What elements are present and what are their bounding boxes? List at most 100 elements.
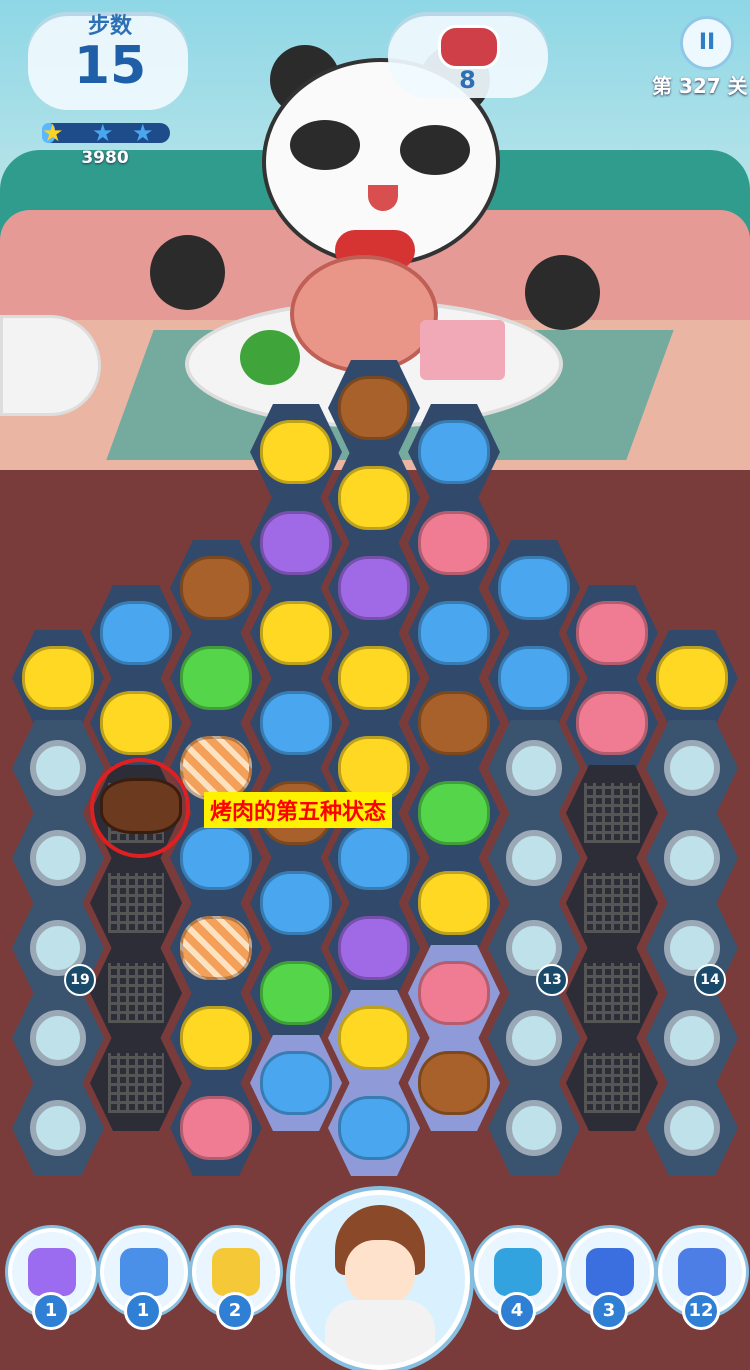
cat-tile[interactable] [328,540,420,636]
grill-tile[interactable] [566,945,658,1041]
blue-tile[interactable] [408,404,500,500]
frog-piece-icon [180,646,252,710]
balloon-icon [212,1248,260,1296]
blue-piece-icon [418,601,490,665]
fan-icon [506,1010,562,1066]
grill-mesh [584,783,640,843]
chick-tile[interactable] [170,990,262,1086]
grill-mesh [108,1053,164,1113]
bear-tile[interactable] [408,675,500,771]
panda-eye-right [400,125,470,175]
blue-tile[interactable] [488,540,580,636]
chick-tile[interactable] [328,990,420,1086]
bear-tile[interactable] [328,360,420,456]
deer-tile[interactable] [408,495,500,591]
blue-tile[interactable] [408,585,500,681]
roast-meat-icon [100,778,182,834]
chick-tile[interactable] [646,630,738,726]
deer-tile[interactable] [170,1080,262,1176]
grill-mesh [584,873,640,933]
panda-eye-left [290,120,360,170]
chick-tile[interactable] [90,675,182,771]
chick-piece-icon [260,420,332,484]
panda-paw-left [150,235,225,310]
blue-tile[interactable] [250,675,342,771]
vent-tile[interactable] [646,720,738,816]
striped-piece-icon [180,736,252,800]
chick-tile[interactable] [12,630,104,726]
fan-icon [506,830,562,886]
deer-piece-icon [576,601,648,665]
blue-tile[interactable] [90,585,182,681]
vent-tile[interactable] [646,1080,738,1176]
fan-icon [30,830,86,886]
hero-body [325,1300,435,1365]
blue-piece-icon [498,556,570,620]
grill-tile[interactable] [90,945,182,1041]
vent-tile[interactable] [12,1080,104,1176]
chick-tile[interactable] [250,404,342,500]
frog-tile[interactable] [408,765,500,861]
grill-tile[interactable] [90,855,182,951]
striped-tile[interactable] [170,900,262,996]
vent-tile[interactable] [12,810,104,906]
star-icon: ★ [92,119,114,147]
blue-tile[interactable] [250,855,342,951]
blue-tile[interactable] [250,1035,342,1131]
grill-tile[interactable] [566,855,658,951]
deer-tile[interactable] [566,585,658,681]
chick-piece-icon [338,1006,410,1070]
hero-avatar[interactable] [290,1190,470,1370]
chick-piece-icon [418,871,490,935]
cat-tile[interactable] [250,495,342,591]
chick-piece-icon [180,1006,252,1070]
blue-piece-icon [260,871,332,935]
chick-tile[interactable] [408,855,500,951]
grill-tile[interactable] [566,765,658,861]
booster-count-badge: 1 [32,1292,70,1330]
panda-paw-right [525,255,600,330]
vent-tile[interactable] [646,810,738,906]
grill-mesh [584,963,640,1023]
fan-icon [30,1100,86,1156]
deer-piece-icon [418,511,490,575]
annotation-label: 烤肉的第五种状态 [204,792,393,828]
chick-piece-icon [656,646,728,710]
chick-tile[interactable] [328,450,420,546]
swap-icon [494,1248,542,1296]
vent-tile[interactable] [488,990,580,1086]
fan-icon [664,740,720,796]
steps-value: 15 [73,36,147,96]
grill-mesh [108,963,164,1023]
bear-tile[interactable] [408,1035,500,1131]
vent-tile[interactable] [488,720,580,816]
grill-tile[interactable] [90,1035,182,1131]
vent-tile[interactable] [646,990,738,1086]
vent-tile[interactable] [12,990,104,1086]
level-label: 第 327 关 [652,74,748,98]
deer-piece-icon [180,1096,252,1160]
frog-tile[interactable] [250,945,342,1041]
deer-tile[interactable] [566,675,658,771]
frog-tile[interactable] [170,630,262,726]
pause-button[interactable]: II [680,16,734,70]
blue-tile[interactable] [328,1080,420,1176]
deer-tile[interactable] [408,945,500,1041]
meat-icon [438,25,500,69]
bear-tile[interactable] [170,540,262,636]
grill-mesh [584,1053,640,1113]
chick-tile[interactable] [250,585,342,681]
bear-piece-icon [418,1051,490,1115]
chick-tile[interactable] [328,630,420,726]
cat-tile[interactable] [328,900,420,996]
counter-badge: 14 [694,964,726,996]
grill-tile[interactable] [566,1035,658,1131]
vent-tile[interactable] [488,1080,580,1176]
chick-piece-icon [22,646,94,710]
blue-tile[interactable] [488,630,580,726]
target-count: 8 [459,66,476,94]
vent-tile[interactable] [488,810,580,906]
cat-piece-icon [338,916,410,980]
frog-piece-icon [418,781,490,845]
star-icon: ★ [42,119,64,147]
